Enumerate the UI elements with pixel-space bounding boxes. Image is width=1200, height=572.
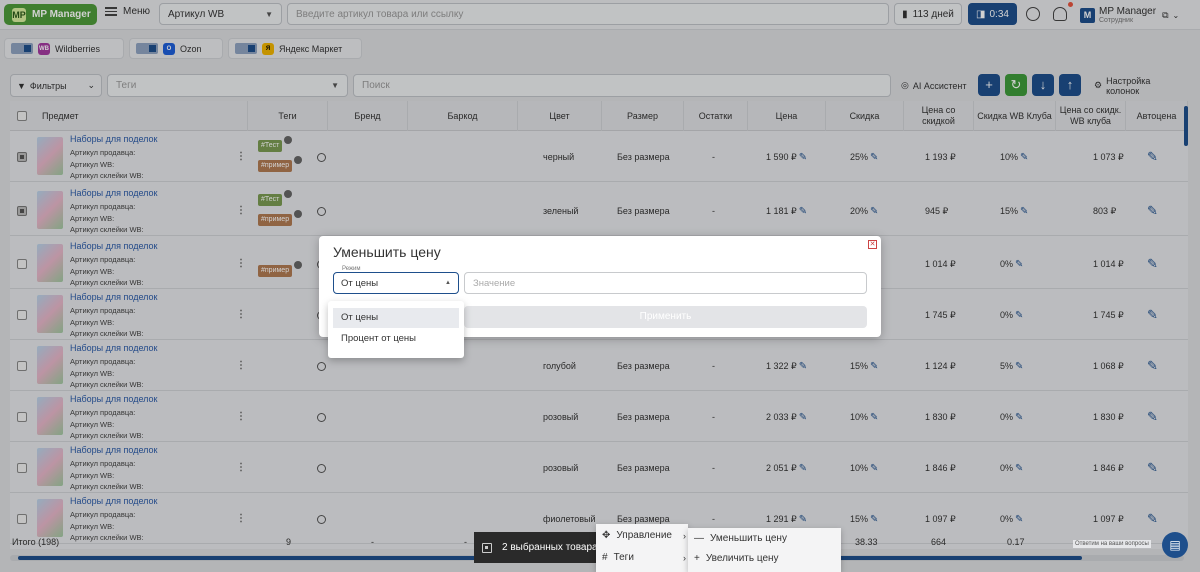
menu-item-manage[interactable]: ✥ Управление ›: [602, 526, 686, 546]
tags-label: Теги: [613, 552, 634, 563]
menu-item-tags[interactable]: # Теги ›: [602, 548, 686, 568]
selection-icon[interactable]: [482, 542, 492, 553]
mode-select[interactable]: От цены ▲: [333, 272, 459, 294]
value-placeholder: Значение: [473, 277, 516, 289]
plus-icon: +: [694, 553, 700, 564]
chevron-right-icon: ›: [683, 531, 686, 541]
caret-up-icon: ▲: [445, 280, 451, 286]
manage-submenu: — Уменьшить цену + Увеличить цену: [688, 528, 841, 572]
menu-item-decrease-price[interactable]: — Уменьшить цену: [694, 529, 834, 549]
chat-tooltip: Ответим на ваши вопросы: [1073, 540, 1151, 548]
hash-icon: #: [602, 552, 608, 563]
mode-option-from-price[interactable]: От цены: [333, 308, 459, 328]
increase-label: Увеличить цену: [705, 553, 779, 564]
modal-title: Уменьшить цену: [333, 244, 441, 260]
close-icon[interactable]: ✕: [868, 240, 877, 249]
apply-button[interactable]: Применить: [464, 306, 867, 328]
bulk-actions-menu: ✥ Управление › # Теги ›: [596, 524, 688, 572]
mode-dropdown: От цены Процент от цены: [328, 301, 464, 358]
decrease-label: Уменьшить цену: [710, 533, 787, 544]
menu-item-increase-price[interactable]: + Увеличить цену: [694, 549, 834, 569]
mode-value: От цены: [341, 277, 379, 289]
mode-label: Режим: [340, 266, 363, 272]
chevron-right-icon: ›: [683, 553, 686, 563]
move-icon: ✥: [602, 530, 611, 541]
mode-option-percent[interactable]: Процент от цены: [333, 329, 459, 349]
chat-icon: ▤: [1169, 538, 1181, 552]
selected-count: 2 выбранных товара: [502, 542, 598, 553]
minus-icon: —: [694, 533, 704, 544]
chat-button[interactable]: ▤: [1162, 532, 1188, 558]
value-input[interactable]: Значение: [464, 272, 867, 294]
manage-label: Управление: [616, 530, 672, 541]
bulk-selection-bar: 2 выбранных товара: [474, 532, 602, 563]
